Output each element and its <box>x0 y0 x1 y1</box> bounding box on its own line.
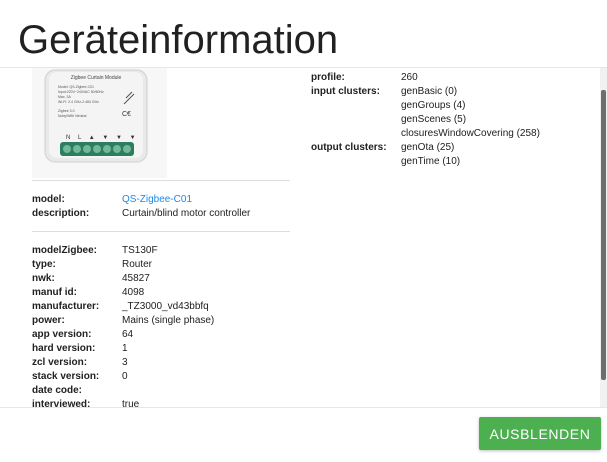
output-clusters-label: output clusters: <box>311 142 387 153</box>
detail-value: 3 <box>122 357 128 368</box>
output-cluster-item: genTime (10) <box>401 156 461 167</box>
device-label-line-5: Zigbee 3.0 <box>58 109 75 113</box>
detail-value: 45827 <box>122 273 150 284</box>
input-cluster-item: genBasic (0) <box>401 86 458 97</box>
description-label: description: <box>32 208 90 219</box>
detail-label: power: <box>32 315 65 326</box>
input-cluster-item: genGroups (4) <box>401 100 466 111</box>
profile-label: profile: <box>311 72 345 83</box>
device-header-text: Zigbee Curtain Module <box>71 75 122 81</box>
detail-label: hard version: <box>32 343 96 354</box>
input-cluster-item: genScenes (5) <box>401 114 467 125</box>
detail-value: 0 <box>122 371 128 382</box>
content-scrollbar[interactable] <box>600 68 607 407</box>
device-label-line-3: Max. 3A <box>58 95 72 99</box>
model-link[interactable]: QS-Zigbee-C01 <box>122 193 192 207</box>
ce-mark-icon: C€ <box>122 111 131 118</box>
separator-2 <box>32 231 290 232</box>
detail-label: manuf id: <box>32 287 77 298</box>
detail-label: nwk: <box>32 273 55 284</box>
device-label-line-4: Wi-Fi: 2.4 GHz-2.484 GHz <box>58 100 99 104</box>
detail-value: 1 <box>122 343 128 354</box>
description-value: Curtain/blind motor controller <box>122 208 251 219</box>
device-picture: Zigbee Curtain Module Model: QS-Zigbee-C… <box>32 68 167 178</box>
device-label-line-1: Model: QS-Zigbee-C01 <box>58 85 94 89</box>
detail-value: 4098 <box>122 287 145 298</box>
device-label-line-2: Input:220V~240VAC 50/60Hz <box>58 90 104 94</box>
dialog-content: Zigbee Curtain Module Model: QS-Zigbee-C… <box>0 68 600 407</box>
scrollbar-thumb[interactable] <box>601 90 606 380</box>
dialog-title: Geräteinformation <box>18 18 339 62</box>
input-clusters-label: input clusters: <box>311 86 380 97</box>
detail-label: date code: <box>32 385 83 396</box>
input-cluster-item: closuresWindowCovering (258) <box>401 128 540 139</box>
footer-divider <box>0 407 607 408</box>
device-label-line-6: Noby/With Neutral <box>58 114 87 118</box>
hide-button[interactable]: AUSBLENDEN <box>479 417 601 450</box>
detail-label: stack version: <box>32 371 100 382</box>
detail-value: TS130F <box>122 245 158 256</box>
detail-label: app version: <box>32 329 92 340</box>
device-info-dialog: Geräteinformation Zigbee Curtain Module … <box>0 0 607 462</box>
detail-value: true <box>122 399 140 407</box>
detail-value: 64 <box>122 329 134 340</box>
profile-value: 260 <box>401 72 418 83</box>
detail-label: zcl version: <box>32 357 88 368</box>
separator-1 <box>32 180 290 181</box>
output-cluster-item: genOta (25) <box>401 142 455 153</box>
detail-value: Router <box>122 259 153 270</box>
device-image: Zigbee Curtain Module Model: QS-Zigbee-C… <box>32 68 167 178</box>
detail-value: _TZ3000_vd43bbfq <box>122 301 209 312</box>
detail-label: modelZigbee: <box>32 245 98 256</box>
device-terminal-labels: N L ▲ ▼ ▼ ▼ <box>66 135 139 141</box>
detail-label: interviewed: <box>32 399 91 407</box>
detail-value: Mains (single phase) <box>122 315 215 326</box>
model-label: model: <box>32 194 65 205</box>
detail-label: type: <box>32 259 56 270</box>
detail-label: manufacturer: <box>32 301 100 312</box>
